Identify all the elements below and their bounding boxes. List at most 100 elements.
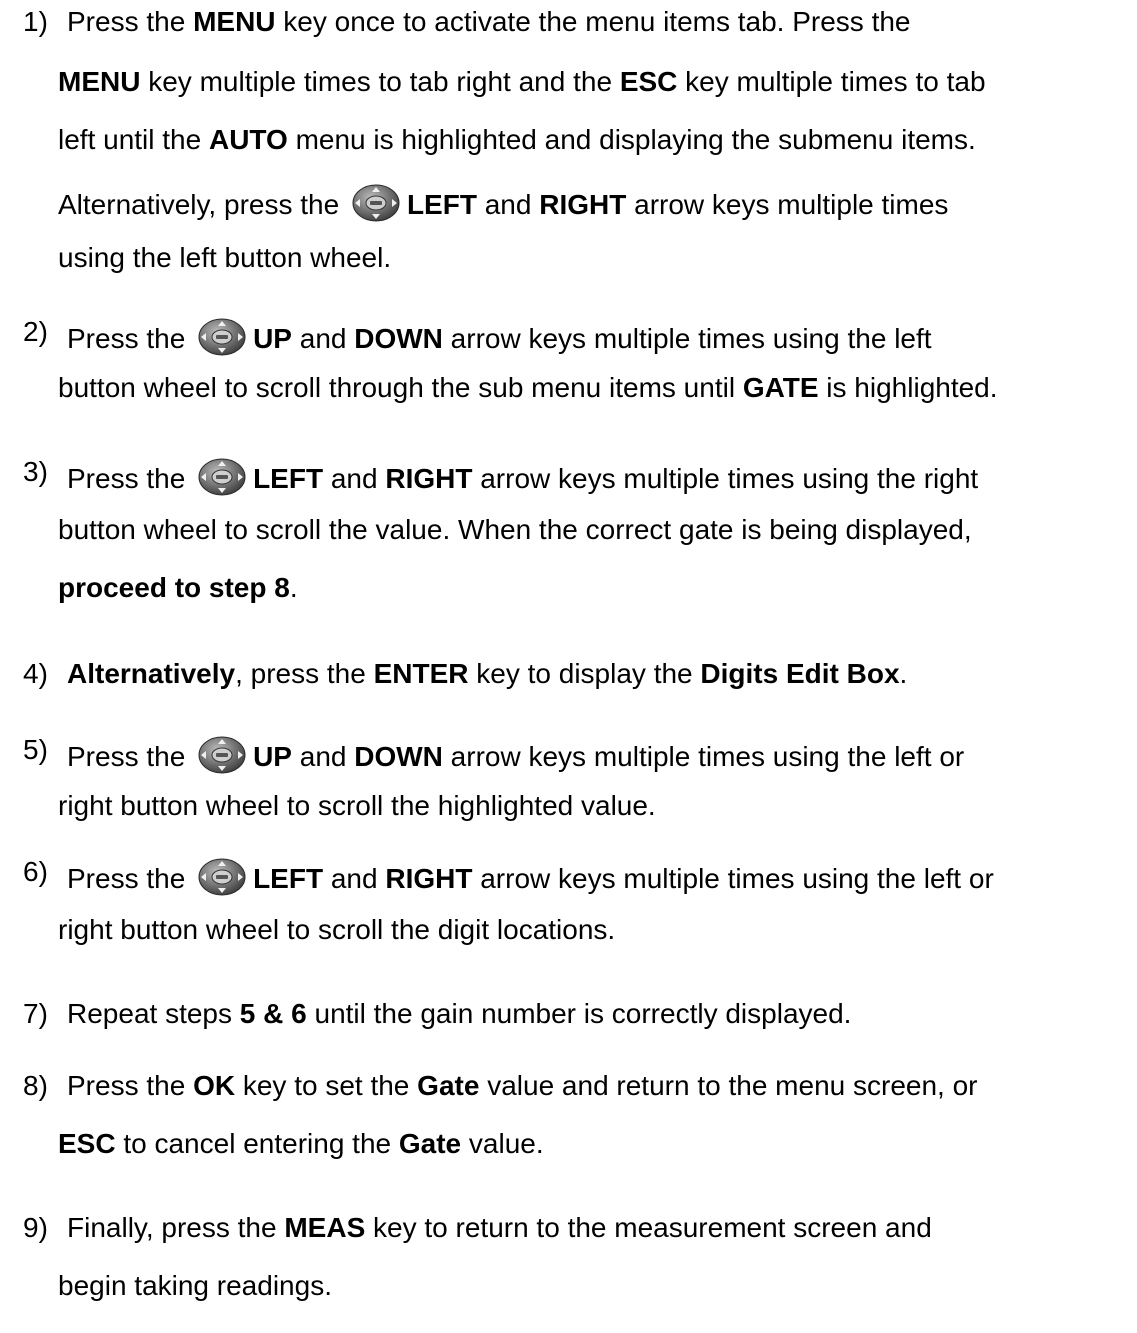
text-run: right button wheel to scroll the digit l… — [58, 914, 616, 945]
text-run: key once to activate the menu items tab.… — [275, 6, 911, 37]
step-number: 1) — [23, 6, 48, 37]
text-run: key multiple times to tab — [677, 66, 986, 97]
text-run: Press the — [67, 741, 194, 772]
text-run: arrow keys multiple times using the righ… — [472, 463, 979, 494]
step-number: 9) — [23, 1212, 48, 1243]
text-run: Press the — [67, 1070, 194, 1101]
step-text-line: right button wheel to scroll the digit l… — [58, 916, 615, 944]
key-term: proceed to step 8 — [58, 572, 290, 603]
step-text-line: left until the AUTO menu is highlighted … — [58, 126, 976, 154]
step-text-line: right button wheel to scroll the highlig… — [58, 792, 656, 820]
step-text-line: Press the LEFT and RIGHT arrow keys mult… — [67, 858, 994, 896]
text-run: button wheel to scroll the value. When t… — [58, 514, 972, 545]
text-run: Press the — [67, 463, 194, 494]
text-run: using the left button wheel. — [58, 242, 392, 273]
step-text-line: button wheel to scroll through the sub m… — [58, 374, 998, 402]
text-run: begin taking readings. — [58, 1270, 332, 1301]
key-term: MENU — [193, 6, 276, 37]
text-run: value and return to the menu screen, or — [479, 1070, 978, 1101]
key-term: LEFT — [253, 463, 324, 494]
key-term: RIGHT — [385, 463, 473, 494]
step-number: 4) — [23, 658, 48, 689]
key-term: Digits Edit Box — [700, 658, 900, 689]
text-run: arrow keys multiple times using the left — [442, 323, 932, 354]
step-number: 6) — [23, 856, 48, 887]
step-text-line: Alternatively, press the LEFT and RIGHT … — [58, 184, 948, 222]
key-term: Gate — [398, 1128, 462, 1159]
text-run: to cancel entering the — [115, 1128, 399, 1159]
step-text-line: Finally, press the MEAS key to return to… — [67, 1214, 932, 1242]
step-number: 5) — [23, 734, 48, 765]
step-number: 8) — [23, 1070, 48, 1101]
key-term: 5 & 6 — [239, 998, 307, 1029]
key-term: LEFT — [406, 189, 477, 220]
key-term: DOWN — [354, 741, 443, 772]
text-run: and — [291, 741, 355, 772]
step-text-line: Repeat steps 5 & 6 until the gain number… — [67, 1000, 851, 1028]
step-text-line: Alternatively, press the ENTER key to di… — [67, 660, 907, 688]
text-run: left until the — [58, 124, 209, 155]
step-number: 2) — [23, 316, 48, 347]
step-text-line: proceed to step 8. — [58, 574, 298, 602]
text-run: Alternatively, press the — [58, 189, 347, 220]
key-term: MENU — [58, 66, 141, 97]
text-run: right button wheel to scroll the highlig… — [58, 790, 656, 821]
key-term: ESC — [619, 66, 678, 97]
text-run: . — [289, 572, 298, 603]
key-term: DOWN — [354, 323, 443, 354]
step-text-line: Press the UP and DOWN arrow keys multipl… — [67, 736, 964, 774]
text-run: arrow keys multiple times using the left… — [472, 863, 994, 894]
key-term: OK — [193, 1070, 236, 1101]
step-text-line: using the left button wheel. — [58, 244, 391, 272]
key-term: UP — [253, 741, 292, 772]
key-term: Alternatively — [67, 658, 236, 689]
text-run: arrow keys multiple times — [626, 189, 949, 220]
text-run: Repeat steps — [67, 998, 240, 1029]
text-run: and — [291, 323, 355, 354]
text-run: Press the — [67, 863, 194, 894]
step-text-line: button wheel to scroll the value. When t… — [58, 516, 972, 544]
key-term: RIGHT — [539, 189, 627, 220]
text-run: . — [899, 658, 908, 689]
text-run: key to set the — [235, 1070, 418, 1101]
step-text-line: begin taking readings. — [58, 1272, 332, 1300]
key-term: MEAS — [284, 1212, 366, 1243]
enter-button-wheel-icon — [197, 736, 247, 774]
text-run: Press the — [67, 6, 194, 37]
key-term: ENTER — [373, 658, 469, 689]
text-run: is highlighted. — [818, 372, 998, 403]
step-text-line: Press the LEFT and RIGHT arrow keys mult… — [67, 458, 978, 496]
text-run: Finally, press the — [67, 1212, 285, 1243]
text-run: key to return to the measurement screen … — [365, 1212, 932, 1243]
text-run: and — [476, 189, 540, 220]
step-text-line: Press the MENU key once to activate the … — [67, 8, 911, 36]
step-text-line: ESC to cancel entering the Gate value. — [58, 1130, 544, 1158]
instruction-document: 1) Press the MENU key once to activate th… — [0, 0, 1137, 1333]
step-number: 7) — [23, 998, 48, 1029]
text-run: menu is highlighted and displaying the s… — [287, 124, 976, 155]
text-run: , press the — [235, 658, 374, 689]
text-run: button wheel to scroll through the sub m… — [58, 372, 743, 403]
text-run: key to display the — [468, 658, 701, 689]
enter-button-wheel-icon — [197, 858, 247, 896]
key-term: LEFT — [253, 863, 324, 894]
text-run: and — [323, 463, 386, 494]
key-term: Gate — [417, 1070, 480, 1101]
key-term: ESC — [58, 1128, 116, 1159]
text-run: value. — [461, 1128, 544, 1159]
text-run: and — [323, 863, 386, 894]
enter-button-wheel-icon — [197, 458, 247, 496]
key-term: RIGHT — [385, 863, 473, 894]
text-run: Press the — [67, 323, 194, 354]
step-text-line: Press the UP and DOWN arrow keys multipl… — [67, 318, 932, 356]
text-run: until the gain number is correctly displ… — [306, 998, 852, 1029]
step-text-line: MENU key multiple times to tab right and… — [58, 68, 986, 96]
step-text-line: Press the OK key to set the Gate value a… — [67, 1072, 978, 1100]
step-number: 3) — [23, 456, 48, 487]
enter-button-wheel-icon — [197, 318, 247, 356]
key-term: AUTO — [208, 124, 288, 155]
text-run: arrow keys multiple times using the left… — [442, 741, 965, 772]
text-run: key multiple times to tab right and the — [140, 66, 620, 97]
key-term: UP — [253, 323, 292, 354]
enter-button-wheel-icon — [351, 184, 401, 222]
